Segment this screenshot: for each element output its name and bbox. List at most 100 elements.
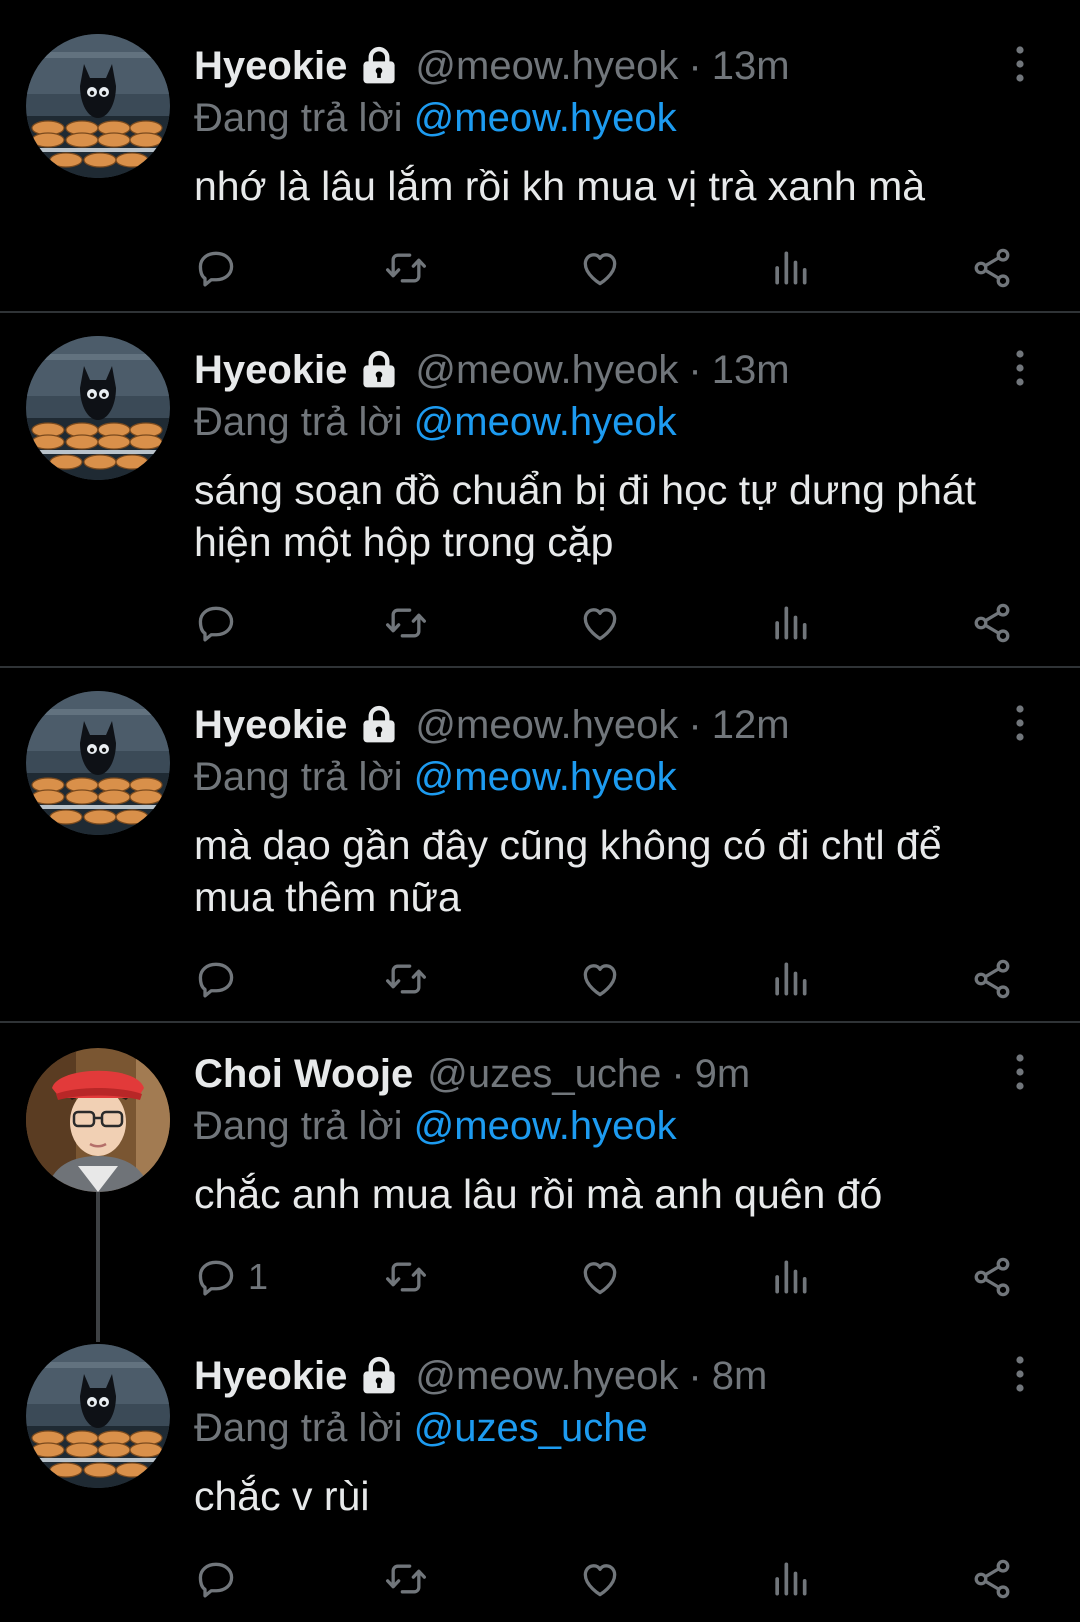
- retweet-button[interactable]: [384, 1554, 428, 1604]
- like-button[interactable]: [578, 954, 622, 1004]
- more-vertical-icon[interactable]: [1008, 703, 1032, 743]
- more-vertical-icon[interactable]: [1008, 1354, 1032, 1394]
- views-button[interactable]: [768, 243, 812, 293]
- retweet-button[interactable]: [384, 954, 428, 1004]
- reply-prefix: Đang trả lời: [194, 96, 403, 140]
- handle[interactable]: @uzes_uche: [427, 1048, 661, 1100]
- separator: ·: [688, 44, 702, 88]
- share-icon: [970, 1255, 1014, 1299]
- reply-mention[interactable]: @uzes_uche: [414, 1406, 648, 1450]
- retweet-icon: [384, 957, 428, 1001]
- display-name[interactable]: Hyeokie: [194, 1350, 347, 1402]
- share-button[interactable]: [970, 1554, 1014, 1604]
- share-icon: [970, 1557, 1014, 1601]
- retweet-button[interactable]: [384, 1252, 428, 1302]
- reply-button[interactable]: [194, 243, 238, 293]
- share-icon: [970, 601, 1014, 645]
- replying-to: Đang trả lời @meow.hyeok: [194, 92, 990, 144]
- lock-icon: [357, 1354, 401, 1398]
- tweet-text: chắc v rùi: [194, 1473, 370, 1519]
- reply-icon: [194, 957, 238, 1001]
- like-button[interactable]: [578, 1252, 622, 1302]
- display-name[interactable]: Choi Wooje: [194, 1048, 413, 1100]
- tweet[interactable]: Hyeokie @meow.hyeok · 13m Đang trả lời @…: [0, 0, 1080, 312]
- timestamp[interactable]: 13m: [712, 40, 790, 92]
- views-icon: [768, 246, 812, 290]
- share-button[interactable]: [970, 598, 1014, 648]
- retweet-icon: [384, 601, 428, 645]
- replying-to: Đang trả lời @meow.hyeok: [194, 396, 990, 448]
- handle[interactable]: @meow.hyeok: [415, 344, 678, 396]
- more-vertical-icon[interactable]: [1008, 44, 1032, 84]
- reply-button[interactable]: [194, 1554, 238, 1604]
- share-button[interactable]: [970, 243, 1014, 293]
- reply-prefix: Đang trả lời: [194, 755, 403, 799]
- retweet-button[interactable]: [384, 598, 428, 648]
- retweet-icon: [384, 1255, 428, 1299]
- separator: ·: [688, 1354, 702, 1398]
- lock-icon: [357, 703, 401, 747]
- heart-icon: [578, 1255, 622, 1299]
- views-button[interactable]: [768, 1554, 812, 1604]
- reply-prefix: Đang trả lời: [194, 400, 403, 444]
- views-icon: [768, 1255, 812, 1299]
- timestamp[interactable]: 8m: [712, 1350, 768, 1402]
- display-name[interactable]: Hyeokie: [194, 40, 347, 92]
- separator: ·: [688, 703, 702, 747]
- avatar[interactable]: [26, 1048, 170, 1192]
- reply-button[interactable]: [194, 954, 238, 1004]
- like-button[interactable]: [578, 1554, 622, 1604]
- heart-icon: [578, 246, 622, 290]
- display-name[interactable]: Hyeokie: [194, 344, 347, 396]
- avatar[interactable]: [26, 1344, 170, 1488]
- reply-icon: [194, 1557, 238, 1601]
- tweet[interactable]: Hyeokie @meow.hyeok · 8m Đang trả lời @u…: [0, 1324, 1080, 1622]
- tweet[interactable]: Hyeokie @meow.hyeok · 13m Đang trả lời @…: [0, 314, 1080, 666]
- lock-icon: [357, 44, 401, 88]
- tweet-text: nhớ là lâu lắm rồi kh mua vị trà xanh mà: [194, 163, 926, 209]
- views-icon: [768, 957, 812, 1001]
- reply-mention[interactable]: @meow.hyeok: [414, 755, 677, 799]
- retweet-icon: [384, 1557, 428, 1601]
- reply-prefix: Đang trả lời: [194, 1406, 403, 1450]
- reply-mention[interactable]: @meow.hyeok: [414, 1104, 677, 1148]
- reply-button[interactable]: [194, 598, 238, 648]
- tweet[interactable]: Choi Wooje @uzes_uche · 9m Đang trả lời …: [0, 1024, 1080, 1324]
- views-button[interactable]: [768, 1252, 812, 1302]
- avatar[interactable]: [26, 691, 170, 835]
- more-vertical-icon[interactable]: [1008, 1052, 1032, 1092]
- share-button[interactable]: [970, 954, 1014, 1004]
- replying-to: Đang trả lời @meow.hyeok: [194, 1100, 990, 1152]
- timestamp[interactable]: 9m: [695, 1048, 751, 1100]
- like-button[interactable]: [578, 243, 622, 293]
- like-button[interactable]: [578, 598, 622, 648]
- views-icon: [768, 1557, 812, 1601]
- handle[interactable]: @meow.hyeok: [415, 40, 678, 92]
- avatar[interactable]: [26, 34, 170, 178]
- more-vertical-icon[interactable]: [1008, 348, 1032, 388]
- views-button[interactable]: [768, 598, 812, 648]
- views-button[interactable]: [768, 954, 812, 1004]
- heart-icon: [578, 957, 622, 1001]
- divider: [0, 311, 1080, 313]
- timestamp[interactable]: 13m: [712, 344, 790, 396]
- display-name[interactable]: Hyeokie: [194, 699, 347, 751]
- tweet[interactable]: Hyeokie @meow.hyeok · 12m Đang trả lời @…: [0, 669, 1080, 1021]
- avatar[interactable]: [26, 336, 170, 480]
- tweet-text: sáng soạn đồ chuẩn bị đi học tự dưng phá…: [194, 467, 977, 565]
- replying-to: Đang trả lời @uzes_uche: [194, 1402, 990, 1454]
- retweet-button[interactable]: [384, 243, 428, 293]
- reply-mention[interactable]: @meow.hyeok: [414, 96, 677, 140]
- reply-mention[interactable]: @meow.hyeok: [414, 400, 677, 444]
- reply-icon: [194, 246, 238, 290]
- tweet-text: mà dạo gần đây cũng không có đi chtl để …: [194, 822, 942, 920]
- reply-button[interactable]: 1: [194, 1252, 268, 1302]
- timestamp[interactable]: 12m: [712, 699, 790, 751]
- separator: ·: [671, 1052, 685, 1096]
- handle[interactable]: @meow.hyeok: [415, 699, 678, 751]
- share-button[interactable]: [970, 1252, 1014, 1302]
- handle[interactable]: @meow.hyeok: [415, 1350, 678, 1402]
- replying-to: Đang trả lời @meow.hyeok: [194, 751, 990, 803]
- reply-count: 1: [248, 1256, 269, 1297]
- retweet-icon: [384, 246, 428, 290]
